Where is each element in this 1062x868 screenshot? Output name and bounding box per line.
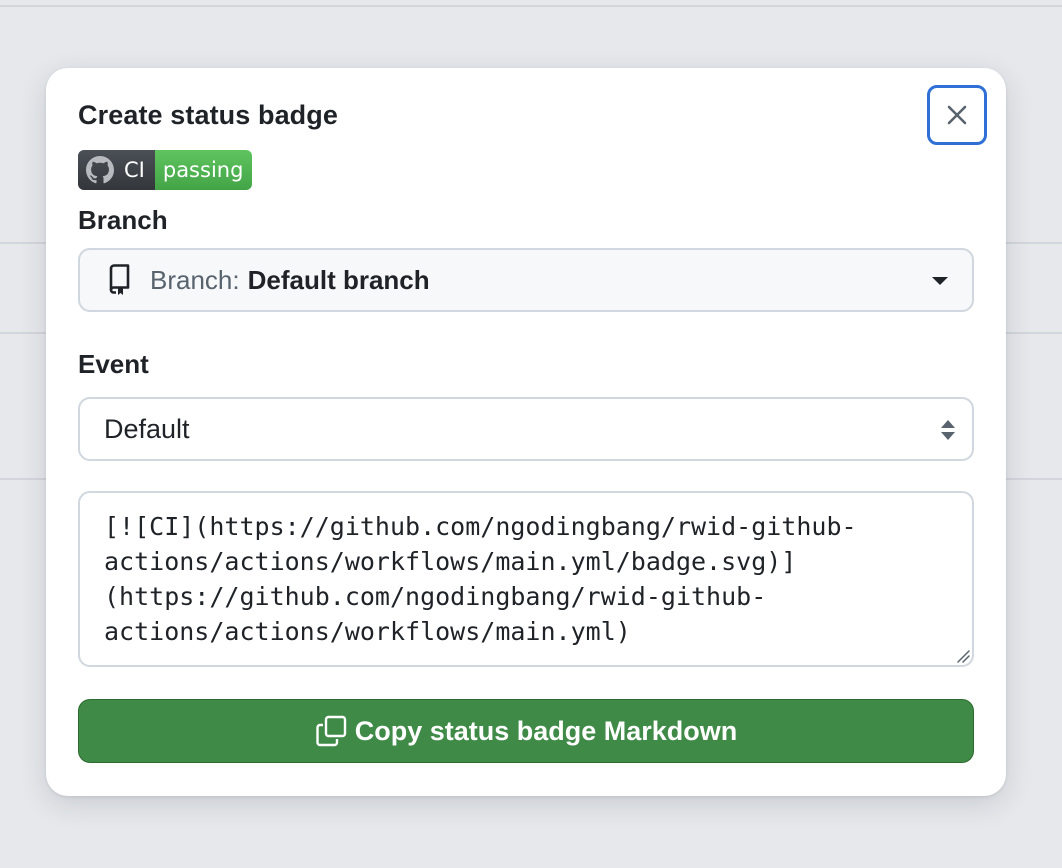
select-arrows-icon — [941, 420, 955, 440]
divider — [0, 332, 50, 334]
copy-icon — [316, 715, 346, 747]
branch-prefix: Branch: — [150, 264, 240, 295]
badge-markdown-textarea[interactable]: [![CI](https://github.com/ngodingbang/rw… — [78, 491, 974, 667]
divider — [0, 5, 1062, 7]
badge-status-section: passing — [154, 150, 253, 190]
resize-handle-icon[interactable] — [956, 649, 970, 663]
divider — [0, 242, 50, 244]
status-badge-preview: CI passing — [78, 150, 253, 190]
x-icon — [947, 105, 967, 125]
badge-label-section: CI — [78, 150, 155, 190]
event-select[interactable]: Default — [78, 397, 974, 461]
markdown-line: actions/actions/workflows/main.yml/badge… — [104, 547, 797, 576]
branch-value: Default branch — [247, 264, 430, 295]
copy-button-label: Copy status badge Markdown — [354, 715, 738, 746]
triangle-down-icon — [932, 277, 948, 285]
badge-label: CI — [124, 158, 145, 182]
dialog-title: Create status badge — [78, 100, 338, 130]
repo-icon — [109, 264, 130, 295]
markdown-line: actions/actions/workflows/main.yml) — [104, 617, 631, 646]
branch-select[interactable]: Branch: Default branch — [78, 248, 974, 312]
status-badge-dialog: Create status badge CI passing Branch Br… — [46, 68, 1006, 796]
branch-label: Branch — [78, 205, 168, 235]
divider — [1002, 332, 1062, 334]
event-selected-value: Default — [104, 413, 190, 444]
markdown-line: [![CI](https://github.com/ngodingbang/rw… — [104, 512, 857, 541]
badge-status: passing — [162, 158, 244, 182]
divider — [1002, 242, 1062, 244]
copy-markdown-button[interactable]: Copy status badge Markdown — [78, 699, 974, 763]
close-button[interactable] — [927, 85, 987, 145]
github-mark-icon — [86, 156, 114, 184]
event-label: Event — [78, 349, 149, 379]
markdown-line: (https://github.com/ngodingbang/rwid-git… — [104, 582, 767, 611]
